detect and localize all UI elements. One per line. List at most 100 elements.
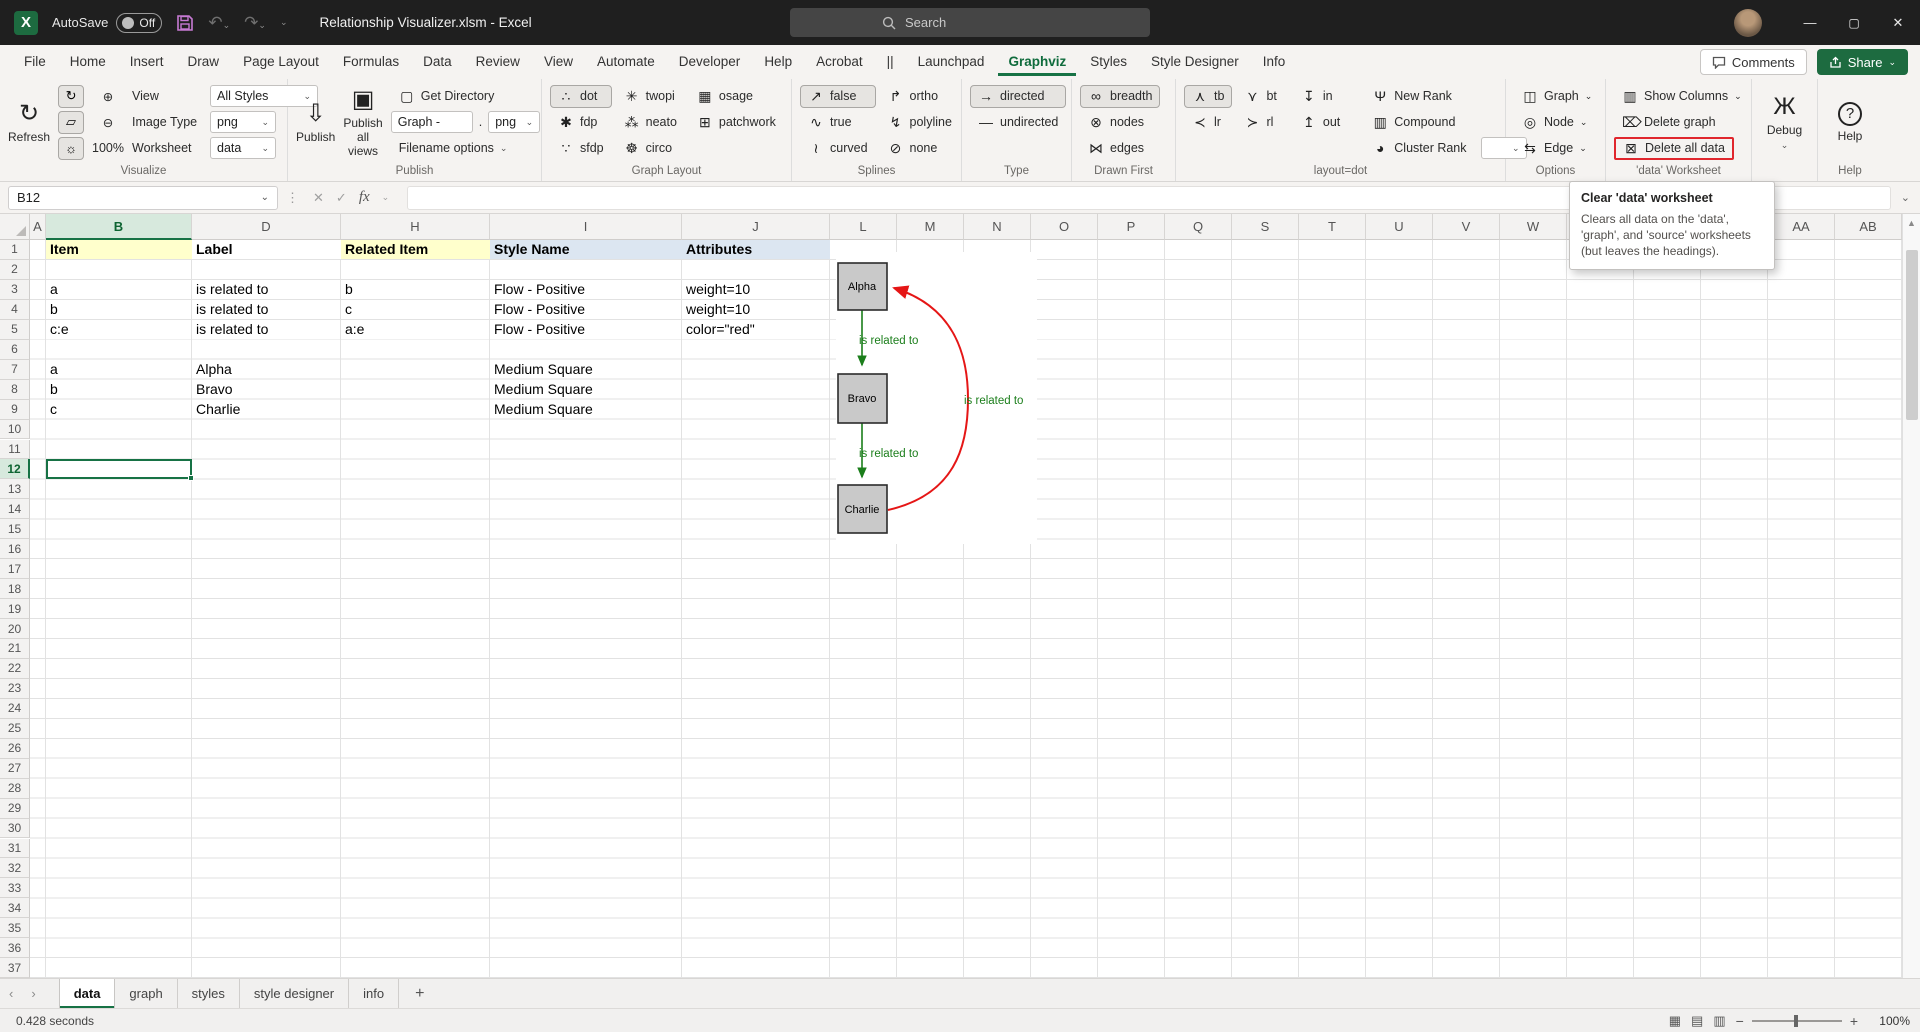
menu-tab-styles[interactable]: Styles [1080,48,1137,76]
row-header-4[interactable]: 4 [0,300,30,320]
row-header-34[interactable]: 34 [0,898,30,918]
previous-sheet-icon[interactable]: ‹ [0,986,22,1001]
column-header-A[interactable]: A [30,214,46,240]
menu-tab-launchpad[interactable]: Launchpad [908,48,995,76]
row-header-11[interactable]: 11 [0,440,30,460]
insert-function-button[interactable]: fx [359,189,370,206]
cell-B3[interactable]: a [46,280,192,299]
zoom-level-button[interactable]: 100% [92,141,124,155]
engine-osage[interactable]: ▦osage [689,85,784,108]
menu-tab-graphviz[interactable]: Graphviz [998,48,1076,76]
row-header-14[interactable]: 14 [0,499,30,519]
cell-B4[interactable]: b [46,300,192,319]
row-header-26[interactable]: 26 [0,739,30,759]
cell-I4[interactable]: Flow - Positive [490,300,682,319]
rankdir-tb[interactable]: ⋏tb [1184,85,1232,108]
type-directed[interactable]: →directed [970,85,1066,108]
menu-tab-info[interactable]: Info [1253,48,1296,76]
column-header-H[interactable]: H [341,214,490,240]
zoom-out-button[interactable]: ⊖ [99,111,117,134]
zoom-slider-thumb[interactable] [1794,1015,1798,1027]
undo-button[interactable]: ↶⌄ [208,13,230,33]
vertical-scrollbar-thumb[interactable] [1906,250,1918,420]
share-button[interactable]: Share ⌄ [1817,49,1908,75]
select-all-corner[interactable] [0,214,30,240]
column-header-L[interactable]: L [830,214,897,240]
quick-access-chevron-icon[interactable]: ⌄ [280,17,288,28]
comments-button[interactable]: Comments [1700,49,1807,75]
row-header-28[interactable]: 28 [0,779,30,799]
show-columns-dropdown[interactable]: ▥Show Columns⌄ [1614,85,1750,108]
menu-tab-style-designer[interactable]: Style Designer [1141,48,1249,76]
row-header-30[interactable]: 30 [0,819,30,839]
row-header-18[interactable]: 18 [0,579,30,599]
cluster-rank-button[interactable]: ◕Cluster Rank [1364,137,1474,160]
sheet-tab-info[interactable]: info [349,979,399,1009]
maximize-button[interactable]: ▢ [1832,0,1876,45]
cell-J5[interactable]: color="red" [682,320,830,339]
rankdir-lr[interactable]: ≺lr [1184,111,1232,134]
row-header-32[interactable]: 32 [0,858,30,878]
row-header-35[interactable]: 35 [0,918,30,938]
sheet-tab-style-designer[interactable]: style designer [240,979,349,1009]
row-header-10[interactable]: 10 [0,420,30,440]
cell-B9[interactable]: c [46,400,192,419]
row-header-1[interactable]: 1 [0,240,30,260]
graphviz-diagram-image[interactable]: Alpha Bravo Charlie is related to is rel… [836,252,1037,544]
row-header-33[interactable]: 33 [0,878,30,898]
edge-port-out[interactable]: ↥out [1293,111,1348,134]
sheet-tab-data[interactable]: data [59,979,116,1009]
cell-I5[interactable]: Flow - Positive [490,320,682,339]
zoom-percentage[interactable]: 100% [1868,1014,1910,1028]
splines-none[interactable]: ⊘none [880,137,960,160]
cell-D4[interactable]: is related to [192,300,341,319]
node-options-dropdown[interactable]: ◎Node⌄ [1514,111,1595,134]
get-directory-button[interactable]: ▢Get Directory [391,85,503,108]
menu-tab-review[interactable]: Review [466,48,530,76]
cell-I7[interactable]: Medium Square [490,360,682,379]
auto-refresh-toggle[interactable]: ↻ [58,85,84,108]
menu-tab-automate[interactable]: Automate [587,48,665,76]
engine-neato[interactable]: ⁂neato [616,111,685,134]
engine-twopi[interactable]: ✳twopi [616,85,685,108]
row-header-20[interactable]: 20 [0,619,30,639]
row-header-27[interactable]: 27 [0,759,30,779]
publish-button[interactable]: ⇩ Publish [296,83,335,161]
zoom-in-plus-icon[interactable]: + [1850,1013,1858,1029]
row-header-13[interactable]: 13 [0,479,30,499]
cell-H1[interactable]: Related Item [341,240,490,259]
menu-tab-view[interactable]: View [534,48,583,76]
name-box-chevron-icon[interactable]: ⌄ [261,192,269,203]
image-type-dropdown[interactable]: png⌄ [210,111,276,133]
cell-B7[interactable]: a [46,360,192,379]
drawn-first-breadth[interactable]: ∞breadth [1080,85,1160,108]
scroll-up-icon[interactable]: ▲ [1903,214,1920,228]
menu-tab-formulas[interactable]: Formulas [333,48,409,76]
extension-dropdown[interactable]: png⌄ [488,111,540,133]
column-header-W[interactable]: W [1500,214,1567,240]
row-header-2[interactable]: 2 [0,260,30,280]
splines-false[interactable]: ↗false [800,85,876,108]
row-header-29[interactable]: 29 [0,799,30,819]
row-header-37[interactable]: 37 [0,958,30,978]
rankdir-rl[interactable]: ≻rl [1236,111,1284,134]
sheet-tab-styles[interactable]: styles [178,979,240,1009]
selected-cell-B12[interactable] [46,459,192,479]
edge-options-dropdown[interactable]: ⇆Edge⌄ [1514,137,1595,160]
next-sheet-icon[interactable]: › [22,986,44,1001]
minimize-button[interactable]: — [1788,0,1832,45]
drawn-first-edges[interactable]: ⋈edges [1080,137,1160,160]
page-break-view-icon[interactable]: ▥ [1713,1013,1725,1029]
menu-tab-help[interactable]: Help [754,48,802,76]
splines-polyline[interactable]: ↯polyline [880,111,960,134]
cell-H3[interactable]: b [341,280,490,299]
user-avatar[interactable] [1734,9,1762,37]
engine-sfdp[interactable]: ∵sfdp [550,137,612,160]
edge-port-in[interactable]: ↧in [1293,85,1348,108]
cell-H4[interactable]: c [341,300,490,319]
cell-I3[interactable]: Flow - Positive [490,280,682,299]
cell-B8[interactable]: b [46,380,192,399]
cell-D3[interactable]: is related to [192,280,341,299]
confirm-entry-button[interactable]: ✓ [336,190,347,206]
column-header-N[interactable]: N [964,214,1031,240]
